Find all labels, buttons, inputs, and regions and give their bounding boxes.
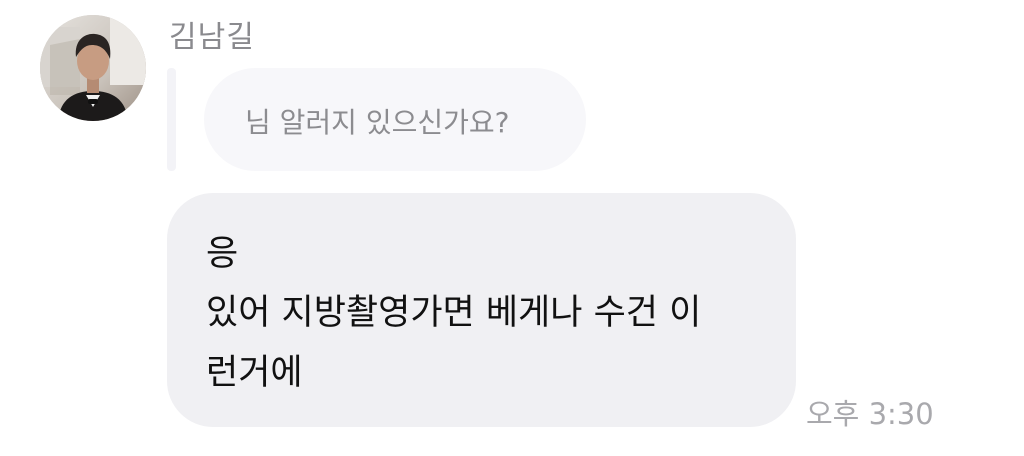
message-line: 있어 지방촬영가면 베게나 수건 이 [206, 293, 702, 333]
message-line: 응 [206, 234, 239, 274]
avatar-photo [40, 15, 146, 121]
reply-quote-bar [167, 68, 176, 171]
message-timestamp: 오후 3:30 [806, 397, 934, 431]
reply-quote-text: 님 알러지 있으신가요? [245, 106, 510, 139]
sender-avatar[interactable] [40, 15, 146, 121]
chat-screen: 김남길 님 알러지 있으신가요? 응 있어 지방촬영가면 베게나 수건 이 런거… [0, 0, 1024, 456]
sender-name: 김남길 [169, 20, 255, 55]
message-line: 런거에 [206, 353, 303, 393]
